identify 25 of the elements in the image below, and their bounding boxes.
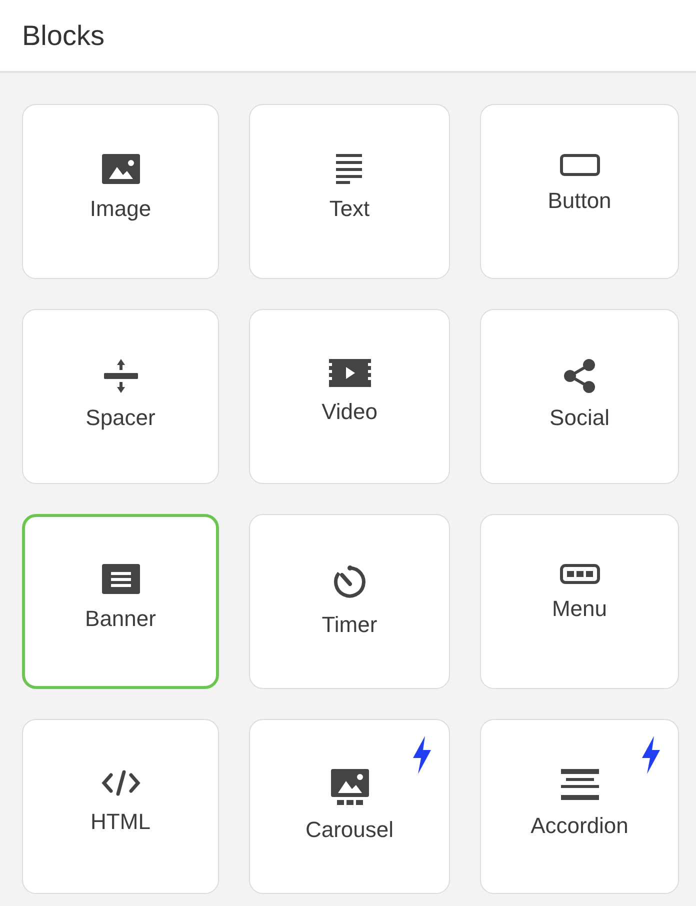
timer-icon: [332, 564, 368, 600]
spacer-icon: [104, 359, 138, 393]
block-tile[interactable]: Video: [249, 309, 450, 484]
block-tile[interactable]: Image: [22, 104, 219, 279]
align-center-icon: [560, 769, 598, 801]
button-outline-icon: [560, 154, 600, 176]
menu-bar-icon: [560, 564, 600, 584]
text-lines-icon: [336, 154, 364, 184]
image-icon: [102, 154, 140, 184]
block-tile[interactable]: Accordion: [480, 719, 679, 894]
block-tile[interactable]: Banner: [22, 514, 219, 689]
carousel-icon: [330, 769, 368, 805]
share-icon: [564, 359, 596, 393]
code-icon: [100, 769, 140, 797]
block-tile[interactable]: Timer: [249, 514, 450, 689]
video-icon: [328, 359, 370, 387]
block-tile[interactable]: Text: [249, 104, 450, 279]
panel-title: Blocks: [22, 20, 104, 52]
block-tile[interactable]: Social: [480, 309, 679, 484]
block-tile[interactable]: Carousel: [249, 719, 450, 894]
block-tile[interactable]: Spacer: [22, 309, 219, 484]
block-tile[interactable]: HTML: [22, 719, 219, 894]
banner-icon: [102, 564, 140, 594]
block-tile[interactable]: Button: [480, 104, 679, 279]
block-tile[interactable]: Menu: [480, 514, 679, 689]
